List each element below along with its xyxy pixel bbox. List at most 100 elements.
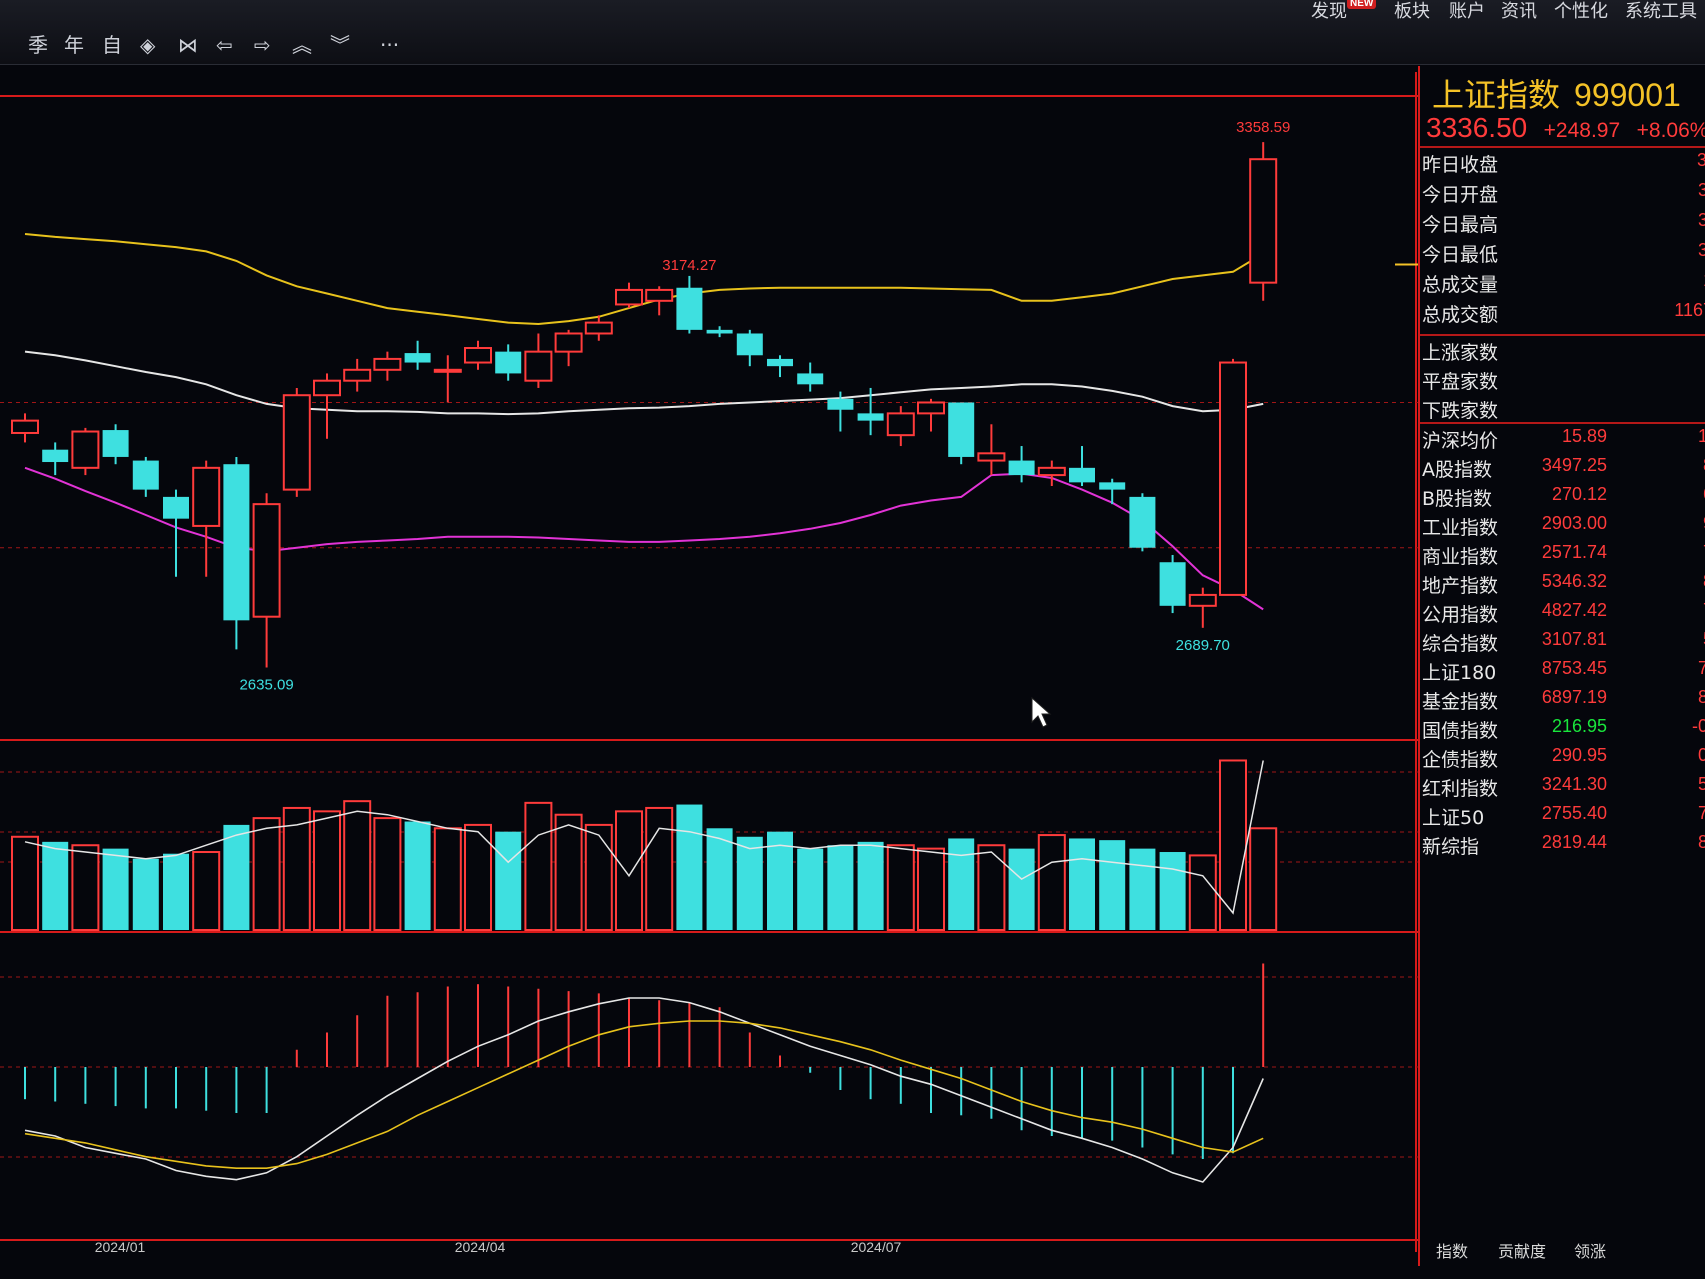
row-label: 新综指 xyxy=(1422,836,1480,858)
row-value-secondary: 1167 xyxy=(1674,300,1705,320)
candle-body-up xyxy=(917,401,945,415)
period-year-button[interactable]: 年 xyxy=(64,30,84,60)
candle-body-up xyxy=(343,368,372,382)
index-row[interactable]: B股指数270.126 xyxy=(1422,484,1705,512)
kline-chart-panel[interactable]: 3358.59 3174.27 2635.09 2689.70 2024/01 2024… xyxy=(0,72,1418,1252)
stat-row[interactable]: 今日开盘 3: xyxy=(1422,180,1705,208)
volume-bar-down xyxy=(857,841,884,930)
menu-news[interactable]: 资讯 xyxy=(1501,0,1537,24)
index-row[interactable]: 新综指 2819.44 8. xyxy=(1422,832,1705,860)
tab-leaders[interactable]: 领涨 xyxy=(1574,1238,1606,1262)
row-value: 2819.44 xyxy=(1541,832,1607,852)
candle-body-up xyxy=(977,452,1006,462)
candle-body-down xyxy=(857,413,884,421)
breadth-row[interactable]: 下跌家数 xyxy=(1422,396,1705,424)
fit-icon[interactable]: ⋈ xyxy=(178,30,198,60)
candle-body-up xyxy=(1219,361,1247,596)
volume-bar-up xyxy=(252,817,281,931)
volume-bar-up xyxy=(645,806,674,932)
stat-row[interactable]: 昨日收盘 3( xyxy=(1422,150,1705,178)
menu-system-tools[interactable]: 系统工具 xyxy=(1625,0,1697,24)
tab-index[interactable]: 指数 xyxy=(1436,1238,1468,1262)
candle-body-down xyxy=(827,398,854,410)
quote-row: 3336.50 +248.97 +8.06% xyxy=(1426,112,1705,144)
volume-bar-up xyxy=(433,827,462,931)
candle-body-down xyxy=(948,402,975,457)
arrow-right-icon[interactable]: ⇨ xyxy=(254,30,271,60)
row-value-secondary: 1! xyxy=(1697,426,1705,446)
tab-contribution[interactable]: 贡献度 xyxy=(1498,1238,1546,1262)
volume-bar-down xyxy=(827,845,854,930)
row-value-secondary: 8. xyxy=(1697,832,1705,852)
index-row[interactable]: 红利指数 3241.30 5. xyxy=(1422,774,1705,802)
index-row[interactable]: 国债指数 216.95 -0. xyxy=(1422,716,1705,744)
price-change: +248.97 xyxy=(1543,119,1621,142)
breadth-row[interactable]: 平盘家数 xyxy=(1422,367,1705,395)
index-row[interactable]: 基金指数 6897.19 8. xyxy=(1422,687,1705,715)
candle-body-down xyxy=(1129,496,1156,548)
row-value: 2571.74 xyxy=(1541,542,1607,562)
menu-account[interactable]: 账户 xyxy=(1449,0,1485,24)
divider xyxy=(1420,422,1705,424)
stock-name: 上证指数 xyxy=(1432,76,1561,114)
row-value-secondary: -0. xyxy=(1691,716,1705,736)
volume-bar-down xyxy=(1069,838,1095,930)
mid-high-label: 3174.27 xyxy=(662,257,716,274)
volume-bar-up xyxy=(1037,834,1066,931)
zoom-icon[interactable]: ◈ xyxy=(140,30,155,60)
candle-body-up xyxy=(373,357,402,371)
more-icon[interactable]: ··· xyxy=(380,30,399,60)
index-row[interactable]: 公用指数4827.427 xyxy=(1422,600,1705,628)
bottom-tabs: 指数 贡献度 领涨 xyxy=(1418,1238,1705,1264)
index-row[interactable]: 商业指数2571.747 xyxy=(1422,542,1705,570)
period-season-button[interactable]: 季 xyxy=(28,30,48,60)
index-row[interactable]: 上证180 8753.45 7. xyxy=(1422,658,1705,686)
chevron-down-icon[interactable]: ︾ xyxy=(330,30,350,60)
menu-discover[interactable]: 发现 xyxy=(1311,0,1347,24)
stat-row[interactable]: 总成交量1 xyxy=(1422,270,1705,298)
candle-body-up xyxy=(554,332,583,353)
index-row[interactable]: 沪深均价 15.89 1! xyxy=(1422,426,1705,454)
period-custom-button[interactable]: 自 xyxy=(102,30,122,60)
stock-code: 999001 xyxy=(1574,77,1681,113)
volume-bar-down xyxy=(42,841,69,930)
kline-chart[interactable]: 3358.59 3174.27 2635.09 2689.70 2024/01 2024… xyxy=(0,72,1418,1252)
index-row[interactable]: 综合指数3107.815 xyxy=(1422,629,1705,657)
volume-bar-up xyxy=(615,810,643,931)
menu-personalize[interactable]: 个性化 xyxy=(1554,0,1608,24)
volume-bar-up xyxy=(192,851,221,931)
candle-body-up xyxy=(71,430,100,469)
price-change-pct: +8.06% xyxy=(1636,119,1705,142)
stat-row[interactable]: 总成交额 1167 xyxy=(1422,300,1705,328)
candle-body-down xyxy=(1069,467,1095,483)
stat-row[interactable]: 今日最高 3: xyxy=(1422,210,1705,238)
volume-bar-up xyxy=(524,801,553,931)
index-row[interactable]: 企债指数 290.95 0. xyxy=(1422,745,1705,773)
volume-bar-up xyxy=(343,800,372,932)
index-row[interactable]: 地产指数5346.328 xyxy=(1422,571,1705,599)
chevron-up-icon[interactable]: ︽ xyxy=(292,30,312,60)
menu-sector[interactable]: 板块 xyxy=(1394,0,1430,24)
candle-body-up xyxy=(615,288,643,306)
candle-body-up xyxy=(1188,593,1217,607)
index-row[interactable]: A股指数3497.258 xyxy=(1422,455,1705,483)
stat-row[interactable]: 今日最低 3: xyxy=(1422,240,1705,268)
x-tick-label: 2024/04 xyxy=(455,1239,506,1252)
row-value: 5346.32 xyxy=(1541,571,1607,591)
volume-bar-up xyxy=(1188,854,1217,932)
toolbar: 季 年 自 ◈ ⋈ ⇦ ⇨ ︽ ︾ ··· 发现 NEW 板块 账户 资讯 个性… xyxy=(0,0,1705,65)
candle-body-down xyxy=(1008,460,1035,476)
row-value: 15.89 xyxy=(1561,426,1607,446)
breadth-row[interactable]: 上涨家数 xyxy=(1422,338,1705,366)
candle-body-up xyxy=(11,419,39,434)
volume-bar-down xyxy=(102,848,129,930)
candle-body-up xyxy=(433,368,462,373)
candle-body-up xyxy=(313,379,341,397)
candle-body-down xyxy=(163,496,189,519)
index-row[interactable]: 上证50 2755.40 7. xyxy=(1422,803,1705,831)
arrow-left-icon[interactable]: ⇦ xyxy=(216,30,233,60)
index-row[interactable]: 工业指数2903.009 xyxy=(1422,513,1705,541)
volume-bar-down xyxy=(495,831,522,930)
row-value: 2755.40 xyxy=(1541,803,1607,823)
candle-body-down xyxy=(706,329,733,334)
